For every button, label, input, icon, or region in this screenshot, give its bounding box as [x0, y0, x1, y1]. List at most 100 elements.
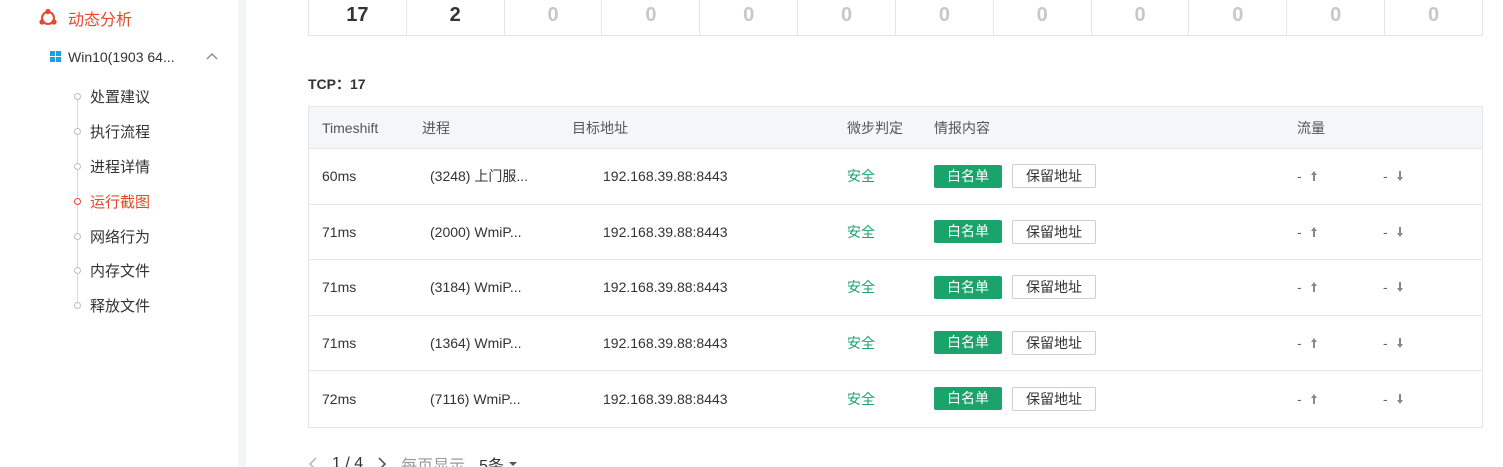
row-destination[interactable]: 192.168.39.88:8443: [603, 205, 728, 260]
sidebar-divider: [238, 0, 246, 467]
row-judgement: 安全: [847, 390, 875, 407]
reserved-address-tag: 保留地址: [1012, 164, 1096, 189]
row-upload: -: [1297, 371, 1318, 427]
row-judgement: 安全: [847, 168, 875, 185]
download-value: -: [1383, 168, 1388, 185]
sidebar-item-process-details[interactable]: 进程详情: [74, 156, 150, 176]
sidebar-item-label: 网络行为: [90, 228, 151, 246]
stat-cell: 0: [1287, 0, 1386, 35]
row-download: -: [1383, 260, 1404, 315]
tree-node-dot: [74, 162, 81, 170]
header-traffic: 流量: [1297, 119, 1325, 136]
row-intel: 白名单 保留地址: [934, 316, 1096, 371]
tree-node-dot: [74, 266, 81, 274]
upload-value: -: [1297, 168, 1302, 185]
sidebar-item-execution-flow[interactable]: 执行流程: [74, 121, 150, 141]
table-row: 72ms (7116) WmiP... 192.168.39.88:8443 安…: [309, 371, 1482, 427]
caret-down-icon: [509, 462, 518, 466]
chevron-up-icon[interactable]: [205, 50, 219, 64]
header-process: 进程: [422, 119, 450, 136]
row-intel: 白名单 保留地址: [934, 149, 1096, 204]
row-upload: -: [1297, 260, 1318, 315]
table-row: 71ms (2000) WmiP... 192.168.39.88:8443 安…: [309, 205, 1482, 260]
tree-node-dot: [74, 92, 81, 100]
row-intel: 白名单 保留地址: [934, 371, 1096, 427]
stat-cell: 17: [309, 0, 407, 35]
table-row: 71ms (1364) WmiP... 192.168.39.88:8443 安…: [309, 316, 1482, 371]
os-environment-item[interactable]: Win10(1903 64...: [50, 46, 225, 68]
header-judgement: 微步判定: [847, 119, 903, 136]
sidebar-item-label: 进程详情: [90, 158, 151, 176]
arrow-down-icon: [1396, 171, 1403, 182]
arrow-up-icon: [1310, 337, 1317, 348]
arrow-up-icon: [1310, 393, 1317, 404]
download-value: -: [1383, 279, 1388, 296]
header-destination: 目标地址: [572, 119, 628, 136]
sidebar-item-screenshots[interactable]: 运行截图: [74, 191, 150, 211]
row-process[interactable]: (7116) WmiP...: [430, 371, 521, 427]
upload-value: -: [1297, 390, 1302, 407]
row-process[interactable]: (1364) WmiP...: [430, 316, 522, 371]
sidebar-item-dropped-files[interactable]: 释放文件: [74, 295, 150, 315]
sidebar-item-label: 内存文件: [90, 262, 151, 280]
download-value: -: [1383, 334, 1388, 351]
whitelist-tag: 白名单: [934, 387, 1002, 411]
reserved-address-tag: 保留地址: [1012, 386, 1096, 411]
analysis-icon: [39, 8, 57, 25]
upload-value: -: [1297, 223, 1302, 240]
arrow-up-icon: [1310, 226, 1317, 237]
arrow-up-icon: [1310, 282, 1317, 293]
pagination: 1 / 4 每页显示 5条: [308, 452, 532, 467]
arrow-down-icon: [1396, 337, 1403, 348]
os-environment-label: Win10(1903 64...: [68, 49, 175, 65]
row-timeshift: 71ms: [322, 279, 357, 296]
stat-cell: 0: [505, 0, 603, 35]
row-intel: 白名单 保留地址: [934, 205, 1096, 260]
tcp-table: Timeshift 进程 目标地址 微步判定 情报内容 流量 60ms (324…: [308, 106, 1483, 428]
per-page-select[interactable]: 5条: [479, 452, 518, 467]
upload-value: -: [1297, 279, 1302, 296]
chevron-left-icon[interactable]: [308, 457, 318, 467]
tree-node-dot: [74, 301, 81, 309]
sidebar-item-label: 释放文件: [90, 297, 151, 315]
arrow-up-icon: [1310, 171, 1317, 182]
chevron-right-icon[interactable]: [377, 457, 387, 467]
row-process[interactable]: (3248) 上门服...: [430, 149, 528, 204]
row-destination[interactable]: 192.168.39.88:8443: [603, 149, 728, 204]
reserved-address-tag: 保留地址: [1012, 219, 1096, 244]
whitelist-tag: 白名单: [934, 275, 1002, 299]
row-destination[interactable]: 192.168.39.88:8443: [603, 316, 728, 371]
row-upload: -: [1297, 316, 1318, 371]
row-judgement: 安全: [847, 223, 875, 240]
row-download: -: [1383, 371, 1404, 427]
row-destination[interactable]: 192.168.39.88:8443: [603, 371, 728, 427]
stat-cell: 0: [700, 0, 799, 35]
header-timeshift: Timeshift: [322, 119, 379, 136]
sidebar: 动态分析 Win10(1903 64... 处置建议 执行流程 进程详情 运行截…: [0, 0, 238, 467]
row-process[interactable]: (2000) WmiP...: [430, 205, 522, 260]
stat-cell: 0: [1427, 4, 1440, 26]
sidebar-item-memory-files[interactable]: 内存文件: [74, 260, 150, 280]
stat-cell: 0: [1092, 0, 1190, 35]
whitelist-tag: 白名单: [934, 220, 1002, 244]
protocol-stats-row: 17 2 0 0 0 0 0 0 0 0 0 0: [308, 0, 1483, 36]
dynamic-analysis-label: 动态分析: [68, 12, 133, 29]
stat-cell: 0: [602, 0, 701, 35]
tcp-section-title: TCP：17: [308, 76, 366, 92]
stat-cell: 0: [994, 0, 1092, 35]
dynamic-analysis-menu[interactable]: 动态分析: [38, 6, 132, 30]
header-intel: 情报内容: [934, 119, 990, 136]
reserved-address-tag: 保留地址: [1012, 330, 1096, 355]
whitelist-tag: 白名单: [934, 164, 1002, 188]
row-destination[interactable]: 192.168.39.88:8443: [603, 260, 728, 315]
arrow-down-icon: [1396, 226, 1403, 237]
row-process[interactable]: (3184) WmiP...: [430, 260, 522, 315]
row-timeshift: 71ms: [322, 223, 357, 240]
whitelist-tag: 白名单: [934, 331, 1002, 355]
sidebar-item-label: 运行截图: [90, 193, 151, 211]
download-value: -: [1383, 390, 1388, 407]
sidebar-item-handling-advice[interactable]: 处置建议: [74, 86, 150, 106]
row-timeshift: 60ms: [322, 168, 357, 185]
sidebar-item-network-behavior[interactable]: 网络行为: [74, 226, 150, 246]
arrow-down-icon: [1396, 393, 1403, 404]
